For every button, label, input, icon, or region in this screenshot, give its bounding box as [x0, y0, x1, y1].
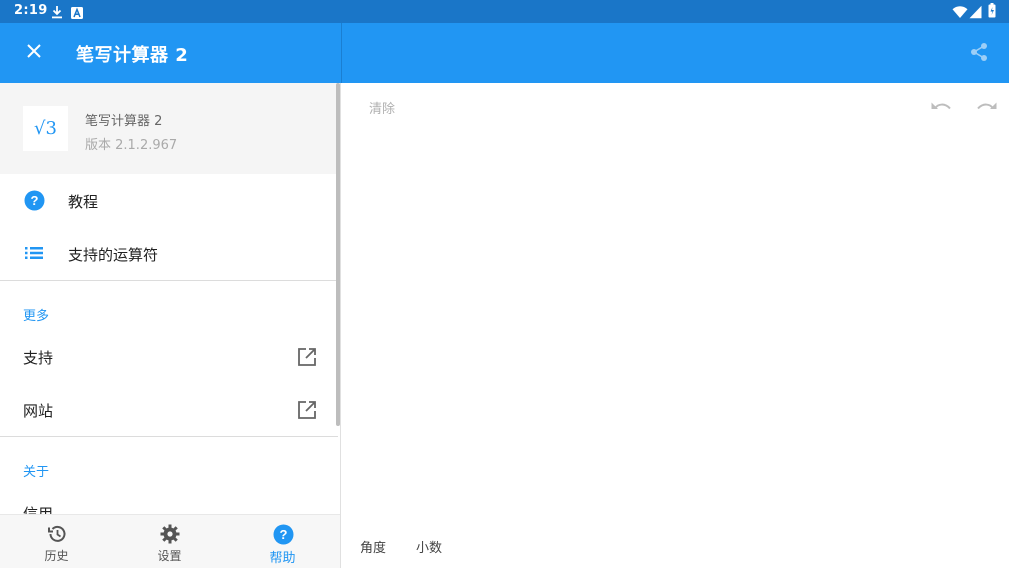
undo-icon — [930, 98, 952, 117]
menu-item-label: 教程 — [68, 193, 99, 211]
menu-item-supported-operators[interactable]: 支持的运算符 — [0, 227, 338, 280]
share-button[interactable] — [964, 39, 994, 69]
close-drawer-button[interactable] — [18, 37, 50, 69]
drawer-scrollbar[interactable] — [336, 83, 340, 426]
handwriting-canvas[interactable]: 清除 角度 小数 — [342, 83, 1009, 568]
svg-text:?: ? — [279, 527, 287, 542]
app-name: 笔写计算器 2 — [85, 114, 163, 129]
redo-button[interactable] — [975, 96, 999, 118]
help-circle-icon: ? — [272, 523, 294, 545]
battery-icon — [988, 3, 996, 22]
drawer-toolbar: 笔写计算器 2 — [0, 23, 341, 83]
download-icon — [51, 4, 63, 23]
history-icon — [46, 523, 68, 545]
app-logo: √3 — [23, 106, 68, 151]
menu-item-label: 网站 — [23, 402, 54, 420]
app-logo-icon: √3 — [34, 118, 57, 139]
menu-item-label: 支持的运算符 — [68, 246, 159, 264]
drawer-header: √3 笔写计算器 2 版本 2.1.2.967 — [0, 83, 340, 174]
list-icon — [23, 242, 45, 264]
appbar-divider — [341, 23, 342, 83]
navigation-drawer: √3 笔写计算器 2 版本 2.1.2.967 ? 教程 支持的运算符 更多 支… — [0, 83, 341, 568]
svg-text:?: ? — [30, 193, 38, 208]
tab-label: 帮助 — [269, 551, 296, 566]
tab-label: 历史 — [44, 549, 69, 563]
drawer-title: 笔写计算器 2 — [76, 45, 189, 66]
status-bar: 2:19 — [0, 0, 1009, 23]
signal-icon — [969, 4, 982, 23]
open-external-icon — [296, 399, 318, 421]
bottom-navigation: 历史 设置 ? 帮助 — [0, 514, 340, 568]
clear-button[interactable]: 清除 — [369, 98, 395, 117]
section-title-more: 更多 — [23, 309, 50, 324]
a-badge-icon — [71, 4, 83, 23]
wifi-icon — [952, 4, 968, 23]
close-icon — [26, 43, 42, 63]
tab-help[interactable]: ? 帮助 — [226, 515, 339, 568]
app-version: 版本 2.1.2.967 — [85, 138, 178, 153]
menu-item-tutorial[interactable]: ? 教程 — [0, 174, 338, 227]
tab-history[interactable]: 历史 — [0, 515, 113, 568]
tab-label: 设置 — [157, 549, 182, 563]
help-circle-icon: ? — [23, 189, 45, 211]
section-title-about: 关于 — [23, 465, 50, 480]
share-icon — [969, 42, 989, 66]
redo-icon — [976, 98, 998, 117]
menu-item-support[interactable]: 支持 — [0, 330, 338, 383]
drawer-divider — [0, 280, 338, 281]
menu-item-website[interactable]: 网站 — [0, 383, 338, 436]
tab-settings[interactable]: 设置 — [113, 515, 226, 568]
drawer-divider — [0, 436, 338, 437]
app-bar: 笔写计算器 2 — [0, 23, 1009, 83]
decimal-mode-toggle[interactable]: 小数 — [416, 537, 442, 556]
status-time: 2:19 — [14, 3, 48, 18]
gear-icon — [159, 523, 181, 545]
undo-button[interactable] — [929, 96, 953, 118]
angle-mode-toggle[interactable]: 角度 — [360, 537, 386, 556]
menu-item-label: 支持 — [23, 349, 54, 367]
open-external-icon — [296, 346, 318, 368]
